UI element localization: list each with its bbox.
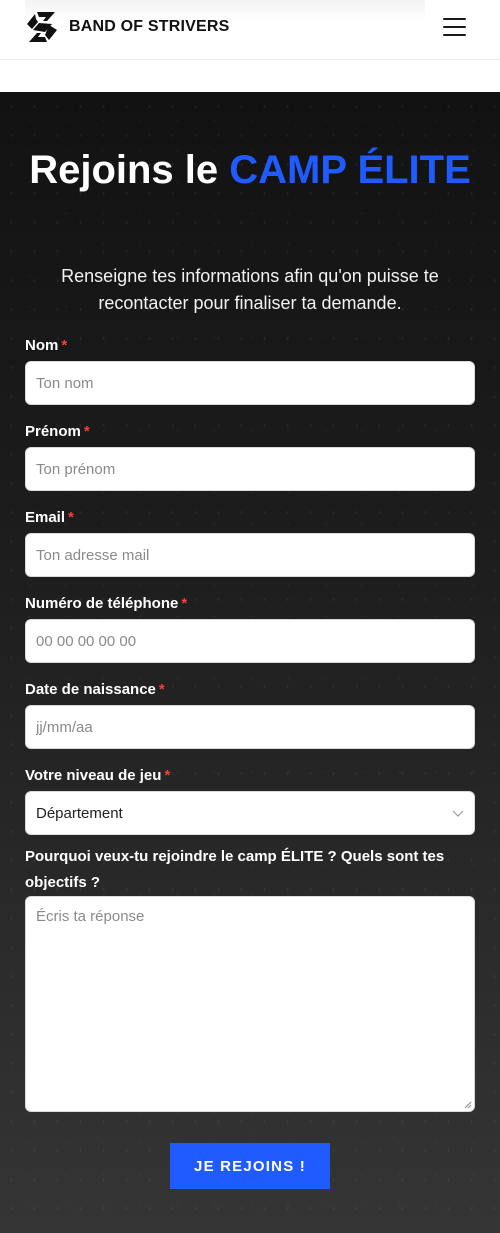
nom-label-text: Nom	[25, 337, 59, 354]
required-mark: *	[61, 337, 68, 354]
required-mark: *	[158, 681, 165, 698]
brand-logo[interactable]: BAND OF STRIVERS	[25, 10, 230, 44]
objectifs-textarea[interactable]	[25, 896, 475, 1112]
telephone-input[interactable]	[25, 619, 475, 663]
objectifs-wrapper	[0, 896, 500, 1112]
title-accent: CAMP ÉLITE	[229, 148, 471, 192]
telephone-label-text: Numéro de téléphone	[25, 595, 179, 612]
naissance-label-text: Date de naissance	[25, 681, 156, 698]
brand-name: BAND OF STRIVERS	[69, 18, 230, 35]
niveau-label: Votre niveau de jeu *	[25, 766, 170, 786]
form-title: Rejoins le CAMP ÉLITE	[0, 144, 500, 196]
telephone-label: Numéro de téléphone *	[25, 594, 187, 614]
email-label: Email *	[25, 508, 74, 528]
site-header: BAND OF STRIVERS	[0, 0, 500, 60]
resize-grip-icon[interactable]	[464, 1101, 472, 1109]
menu-line	[443, 34, 466, 36]
prenom-label-text: Prénom	[25, 423, 81, 440]
form-subtitle: Renseigne tes informations afin qu'on pu…	[61, 266, 439, 313]
chevron-down-icon	[452, 810, 464, 817]
niveau-selected-value: Département	[36, 804, 123, 822]
required-mark: *	[68, 509, 74, 526]
band-of-strivers-logo-icon	[27, 12, 57, 42]
niveau-select[interactable]: Département	[25, 791, 475, 835]
submit-button[interactable]: JE REJOINS !	[170, 1143, 330, 1189]
required-mark: *	[164, 767, 171, 784]
title-prefix: Rejoins le	[29, 148, 219, 192]
nom-input[interactable]	[25, 361, 475, 405]
required-mark: *	[83, 423, 90, 440]
email-input[interactable]	[25, 533, 475, 577]
prenom-input[interactable]	[25, 447, 475, 491]
email-label-text: Email	[25, 509, 66, 526]
prenom-label: Prénom *	[25, 422, 90, 442]
birthdate-input[interactable]	[25, 705, 475, 749]
nom-label: Nom *	[25, 336, 67, 356]
required-mark: *	[181, 595, 188, 612]
menu-line	[443, 26, 466, 28]
camp-elite-form-section: Rejoins le CAMP ÉLITE Renseigne tes info…	[0, 92, 500, 1233]
menu-line	[443, 18, 466, 20]
hamburger-menu-icon[interactable]	[443, 17, 467, 37]
objectifs-label: Pourquoi veux-tu rejoindre le camp ÉLITE…	[25, 848, 445, 891]
niveau-label-text: Votre niveau de jeu	[25, 767, 162, 784]
naissance-label: Date de naissance *	[25, 680, 165, 700]
